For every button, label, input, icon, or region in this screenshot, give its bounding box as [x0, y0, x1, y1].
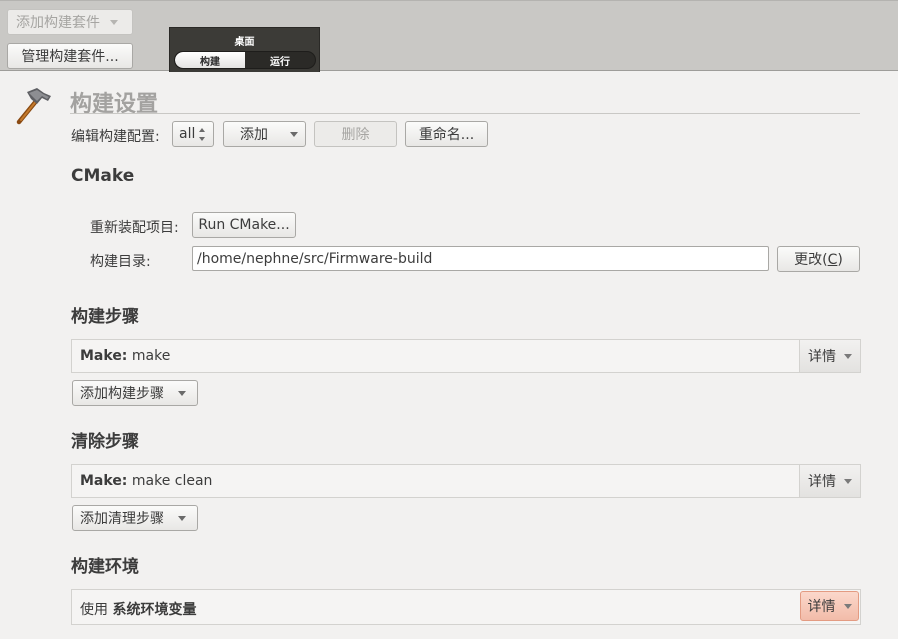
clean-step-summary: Make: make clean — [80, 473, 213, 489]
kit-selector-label: 添加构建套件 — [16, 15, 100, 31]
cmake-section-title: CMake — [71, 166, 135, 186]
run-cmake-button[interactable]: Run CMake... — [192, 212, 296, 238]
mode-selector: 桌面 构建 运行 — [169, 27, 320, 72]
build-step-summary: Make: make — [80, 348, 171, 364]
kit-selector[interactable]: 添加构建套件 — [7, 9, 133, 35]
build-step-row: Make: make 详情 — [71, 339, 861, 373]
build-env-row: 使用 系统环境变量 详情 — [71, 589, 861, 625]
add-config-button[interactable]: 添加 — [223, 121, 306, 147]
build-dir-label: 构建目录: — [90, 254, 151, 270]
hammer-icon — [16, 88, 51, 125]
reconfigure-label: 重新装配项目: — [90, 220, 179, 236]
chevron-down-icon — [110, 19, 118, 25]
add-build-step-button[interactable]: 添加构建步骤 — [72, 380, 198, 406]
tab-build[interactable]: 构建 — [175, 52, 245, 68]
add-config-label: 添加 — [240, 127, 268, 143]
build-env-title: 构建环境 — [71, 557, 139, 577]
tab-run[interactable]: 运行 — [245, 52, 315, 68]
run-cmake-label: Run CMake... — [198, 217, 290, 233]
build-step-details-button[interactable]: 详情 — [799, 340, 860, 372]
title-divider — [70, 113, 860, 114]
build-dir-input[interactable] — [192, 246, 769, 271]
chevron-down-icon — [844, 478, 852, 484]
top-toolbar: 添加构建套件 管理构建套件... 桌面 构建 运行 — [0, 0, 898, 72]
mode-title: 桌面 — [234, 37, 255, 48]
add-clean-step-label: 添加清理步骤 — [80, 511, 164, 527]
chevron-down-icon — [290, 131, 298, 137]
edit-config-label: 编辑构建配置: — [71, 129, 160, 145]
chevron-down-icon — [178, 390, 186, 396]
chevron-down-icon — [844, 353, 852, 359]
build-env-details-button[interactable]: 详情 — [800, 591, 859, 621]
config-selector[interactable]: all — [172, 121, 214, 147]
rename-config-label: 重命名... — [418, 127, 475, 143]
change-dir-button[interactable]: 更改(C) — [777, 246, 860, 272]
build-env-summary: 使用 系统环境变量 — [80, 602, 197, 618]
manage-kits-button[interactable]: 管理构建套件... — [7, 43, 133, 69]
clean-steps-title: 清除步骤 — [71, 432, 139, 452]
rename-config-button[interactable]: 重命名... — [405, 121, 488, 147]
config-value: all — [179, 126, 196, 142]
change-dir-label: 更改(C) — [794, 252, 843, 268]
add-build-step-label: 添加构建步骤 — [80, 386, 164, 402]
add-clean-step-button[interactable]: 添加清理步骤 — [72, 505, 198, 531]
remove-config-label: 删除 — [341, 127, 370, 143]
remove-config-button[interactable]: 删除 — [314, 121, 397, 147]
clean-step-row: Make: make clean 详情 — [71, 464, 861, 498]
spin-arrows-icon — [199, 128, 207, 141]
chevron-down-icon — [843, 603, 852, 609]
manage-kits-label: 管理构建套件... — [21, 49, 119, 65]
build-steps-title: 构建步骤 — [71, 307, 139, 327]
mode-tabs: 构建 运行 — [174, 51, 316, 69]
clean-step-details-button[interactable]: 详情 — [799, 465, 860, 497]
chevron-down-icon — [178, 515, 186, 521]
